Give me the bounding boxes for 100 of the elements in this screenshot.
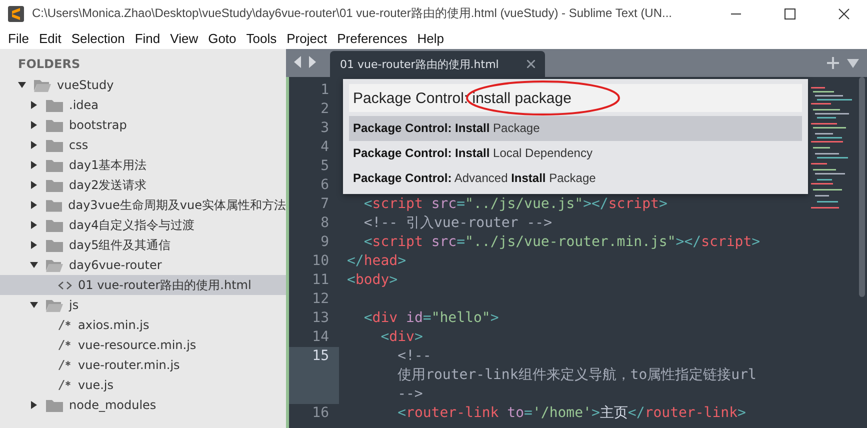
collapsed-arrow-icon[interactable]	[30, 241, 38, 249]
folder-name: js	[69, 298, 79, 312]
folder-name: node_modules	[69, 398, 156, 412]
sidebar-heading: FOLDERS	[17, 57, 82, 73]
editor-tab[interactable]: 01 vue-router路由的使用.html	[330, 51, 545, 77]
line-number: 14	[311, 328, 330, 347]
line-number: 6	[320, 176, 330, 195]
command-item[interactable]: Package Control: Install Package	[349, 116, 802, 141]
menu-item[interactable]: Selection	[67, 30, 129, 46]
collapsed-arrow-icon[interactable]	[30, 401, 38, 409]
code-line: <!--	[396, 347, 432, 366]
folder-row[interactable]: day4自定义指令与过渡	[0, 215, 286, 235]
code-line: </head>	[347, 252, 408, 271]
folder-icon	[46, 238, 63, 252]
collapsed-arrow-icon[interactable]	[30, 101, 38, 109]
file-row[interactable]: 01 vue-router路由的使用.html	[0, 275, 286, 295]
comment-icon	[58, 340, 72, 350]
collapsed-arrow-icon[interactable]	[30, 121, 38, 129]
line-number: 12	[311, 290, 330, 309]
line-number: 8	[320, 214, 330, 233]
collapsed-arrow-icon[interactable]	[30, 201, 38, 209]
menu-item[interactable]: Help	[413, 30, 448, 46]
file-name: axios.min.js	[78, 318, 150, 332]
collapsed-arrow-icon[interactable]	[30, 141, 38, 149]
menu-item[interactable]: Project	[282, 30, 332, 46]
line-number: 1	[320, 81, 330, 100]
line-number: 3	[320, 119, 330, 138]
collapsed-arrow-icon[interactable]	[30, 221, 38, 229]
folder-name: bootstrap	[69, 118, 127, 132]
folder-row[interactable]: vueStudy	[0, 75, 286, 95]
dropdown-icon[interactable]	[847, 59, 859, 68]
code-line: 使用router-link组件来定义导航，to属性指定链接url	[396, 366, 758, 385]
app-logo-icon	[8, 6, 24, 22]
comment-icon	[58, 320, 72, 330]
folder-row[interactable]: day2发送请求	[0, 175, 286, 195]
menu-item[interactable]: Preferences	[333, 30, 412, 46]
folder-icon	[46, 198, 62, 212]
line-number: 7	[320, 195, 330, 214]
open-folder-icon	[46, 258, 63, 272]
line-number: 4	[320, 138, 330, 157]
comment-icon	[58, 380, 72, 390]
menu-item[interactable]: Goto	[204, 30, 240, 46]
command-item[interactable]: Package Control: Install Local Dependency	[349, 141, 802, 166]
folder-row[interactable]: css	[0, 135, 286, 155]
folder-icon	[46, 118, 63, 132]
folder-row[interactable]: day1基本用法	[0, 155, 286, 175]
file-row[interactable]: vue-router.min.js	[0, 355, 286, 375]
line-number: 2	[320, 100, 330, 119]
menu-item[interactable]: Tools	[242, 30, 281, 46]
file-name: vue-router.min.js	[78, 358, 180, 372]
command-item[interactable]: Package Control: Advanced Install Package	[349, 166, 802, 191]
folder-row[interactable]: .idea	[0, 95, 286, 115]
scrollbar-thumb[interactable]	[859, 77, 865, 297]
collapsed-arrow-icon[interactable]	[30, 161, 38, 169]
line-number: 16	[311, 404, 330, 423]
folder-row[interactable]: node_modules	[0, 395, 286, 415]
code-line: <div id="hello">	[362, 309, 500, 328]
code-line: <script src="../js/vue-router.min.js"></script>	[362, 233, 762, 252]
file-row[interactable]: vue-resource.min.js	[0, 335, 286, 355]
window-title: C:\Users\Monica.Zhao\Desktop\vueStudy\day6vue-router\01 vue-router路由的使用.html (vueStudy) - Sublime Text (UN...	[32, 5, 674, 22]
expanded-arrow-icon[interactable]	[30, 301, 38, 309]
folder-icon	[46, 158, 63, 172]
file-row[interactable]: vue.js	[0, 375, 286, 395]
expanded-arrow-icon[interactable]	[30, 261, 38, 269]
line-number: 11	[311, 271, 330, 290]
folder-row[interactable]: bootstrap	[0, 115, 286, 135]
folder-row[interactable]: day6vue-router	[0, 255, 286, 275]
folder-icon	[46, 218, 63, 232]
collapsed-arrow-icon[interactable]	[30, 181, 38, 189]
close-icon[interactable]	[526, 60, 535, 68]
menu-item[interactable]: Edit	[34, 30, 66, 46]
folder-name: css	[69, 138, 88, 152]
open-folder-icon	[46, 298, 63, 312]
code-line: <body>	[347, 271, 399, 290]
file-name: vue-resource.min.js	[78, 338, 196, 352]
folder-name: .idea	[69, 98, 99, 112]
folder-name: day5组件及其通信	[69, 236, 171, 254]
folder-name: day4自定义指令与过渡	[69, 216, 195, 234]
expanded-arrow-icon[interactable]	[18, 81, 26, 89]
code-icon	[58, 280, 72, 290]
open-folder-icon	[34, 78, 51, 92]
menu-item[interactable]: View	[166, 30, 202, 46]
folder-name: vueStudy	[57, 78, 114, 92]
code-line: <script src="../js/vue.js"></script>	[362, 195, 668, 214]
folder-name: day3vue生命周期及vue实体属性和方法	[68, 196, 286, 214]
command-input[interactable]: Package Control: install package	[349, 84, 802, 112]
line-number: 15	[289, 347, 339, 404]
folder-row[interactable]: day3vue生命周期及vue实体属性和方法	[0, 195, 286, 215]
file-name: vue.js	[78, 378, 114, 392]
line-number: 9	[320, 233, 330, 252]
plus-icon[interactable]	[827, 57, 839, 69]
folder-name: day6vue-router	[69, 258, 162, 272]
folder-row[interactable]: day5组件及其通信	[0, 235, 286, 255]
folder-row[interactable]: js	[0, 295, 286, 315]
line-number: 10	[311, 252, 330, 271]
file-row[interactable]: axios.min.js	[0, 315, 286, 335]
code-line: <div>	[380, 328, 424, 347]
code-line: -->	[396, 385, 424, 404]
menu-item[interactable]: File	[4, 30, 33, 46]
menu-item[interactable]: Find	[130, 30, 164, 46]
